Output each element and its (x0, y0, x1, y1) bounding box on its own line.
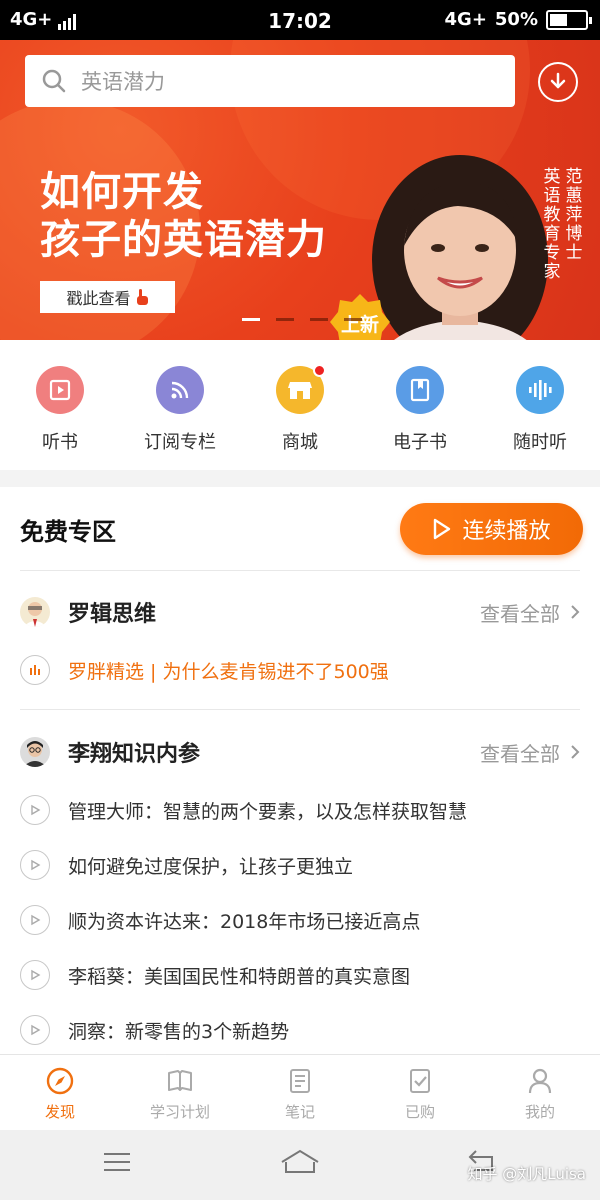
track-item[interactable]: 李稻葵：美国国民性和特朗普的真实意图 (20, 957, 580, 993)
hand-pointer-icon (136, 289, 148, 305)
nav-label: 订阅专栏 (144, 432, 216, 453)
ebook-icon (396, 366, 444, 414)
search-icon (42, 69, 66, 93)
section-title: 免费专区 (20, 518, 116, 546)
section-divider (0, 470, 600, 487)
play-outline-icon (434, 518, 451, 540)
play-circle-icon (20, 960, 50, 990)
track-title: 罗胖精选 | 为什么麦肯锡进不了500强 (68, 660, 389, 683)
search-placeholder: 英语潜力 (81, 70, 165, 94)
chevron-right-icon (571, 745, 580, 759)
download-icon (550, 72, 566, 89)
banner-caption-title: 英语教育专家 (543, 167, 561, 282)
view-all-link[interactable]: 查看全部 (480, 598, 580, 627)
battery-icon (546, 9, 592, 30)
network-type-right: 4G+ (444, 9, 487, 30)
group-header[interactable]: 李翔知识内参 查看全部 (20, 732, 580, 772)
banner-headline: 如何开发 孩子的英语潜力 (40, 168, 327, 264)
banner-cta-button[interactable]: 戳此查看 (40, 281, 175, 313)
open-book-icon (168, 1070, 192, 1091)
nav-listen-books[interactable]: 听书 (0, 340, 120, 470)
battery-percent: 50% (494, 9, 538, 30)
menu-icon[interactable] (102, 1148, 132, 1176)
compass-icon (46, 1067, 74, 1095)
track-title: 顺为资本许达来：2018年市场已接近高点 (68, 910, 421, 933)
tab-label: 发现 (44, 1103, 75, 1121)
carousel-dot[interactable] (344, 318, 362, 321)
group-header[interactable]: 罗辑思维 查看全部 (20, 592, 580, 632)
play-all-label: 连续播放 (462, 519, 551, 544)
play-circle-icon (20, 1015, 50, 1045)
view-all-label: 查看全部 (480, 601, 560, 626)
banner-caption-name: 范蕙萍博士 (565, 167, 583, 263)
avatar (20, 737, 50, 767)
purchased-icon (410, 1069, 430, 1093)
store-icon (276, 364, 326, 414)
nav-ebooks[interactable]: 电子书 (360, 340, 480, 470)
status-bar: 4G+ 17:02 4G+ 50% (0, 0, 600, 40)
track-item[interactable]: 罗胖精选 | 为什么麦肯锡进不了500强 (20, 652, 580, 688)
bottom-tab-bar: 发现 学习计划 笔记 已购 我的 (0, 1054, 600, 1130)
view-all-link[interactable]: 查看全部 (480, 738, 580, 767)
carousel-dot[interactable] (276, 318, 294, 321)
track-title: 如何避免过度保护，让孩子更独立 (68, 855, 354, 878)
divider (20, 570, 580, 571)
chevron-right-icon (571, 605, 580, 619)
banner-headline-line2: 孩子的英语潜力 (40, 217, 327, 263)
tab-label: 我的 (524, 1103, 555, 1121)
nav-store[interactable]: 商城 (240, 340, 360, 470)
nav-label: 随时听 (513, 432, 567, 453)
play-circle-icon (20, 850, 50, 880)
playing-bars-icon (20, 655, 50, 685)
track-title: 管理大师：智慧的两个要素，以及怎样获取智慧 (68, 800, 468, 823)
notes-icon (290, 1069, 310, 1093)
track-item[interactable]: 管理大师：智慧的两个要素，以及怎样获取智慧 (20, 792, 580, 828)
banner-headline-line1: 如何开发 (40, 169, 204, 215)
carousel-indicator (242, 318, 362, 321)
track-title: 李稻葵：美国国民性和特朗普的真实意图 (68, 965, 411, 988)
track-item[interactable]: 如何避免过度保护，让孩子更独立 (20, 847, 580, 883)
tab-label: 已购 (404, 1103, 435, 1121)
divider (20, 709, 580, 710)
nav-label: 电子书 (393, 432, 447, 453)
download-button[interactable] (538, 62, 578, 102)
carousel-dot[interactable] (310, 318, 328, 321)
tab-label: 笔记 (284, 1103, 315, 1121)
audio-wave-icon (516, 366, 564, 414)
tab-purchased[interactable]: 已购 (360, 1055, 480, 1130)
quick-nav: 听书 订阅专栏 商城 电子书 随时听 (0, 340, 600, 470)
new-badge: 上新 (328, 292, 392, 340)
notification-dot (313, 364, 326, 377)
track-title: 洞察：新零售的3个新趋势 (68, 1020, 290, 1043)
nav-label: 商城 (282, 432, 318, 453)
track-item[interactable]: 顺为资本许达来：2018年市场已接近高点 (20, 902, 580, 938)
home-icon[interactable] (280, 1148, 320, 1176)
tab-discover[interactable]: 发现 (0, 1055, 120, 1130)
group-name: 李翔知识内参 (68, 742, 201, 767)
rss-icon (156, 366, 204, 414)
tab-notes[interactable]: 笔记 (240, 1055, 360, 1130)
tab-label: 学习计划 (149, 1103, 210, 1121)
new-badge-label: 上新 (340, 314, 379, 336)
tab-me[interactable]: 我的 (480, 1055, 600, 1130)
tab-study-plan[interactable]: 学习计划 (120, 1055, 240, 1130)
group-name: 罗辑思维 (68, 602, 157, 627)
avatar (20, 597, 50, 627)
carousel-dot[interactable] (242, 318, 260, 321)
track-item[interactable]: 洞察：新零售的3个新趋势 (20, 1012, 580, 1048)
promo-banner[interactable]: 英语潜力 如何开发 孩子的英语潜力 戳此查看 上新 范蕙萍博士 英语教育专家 (0, 40, 600, 340)
nav-listen-anytime[interactable]: 随时听 (480, 340, 600, 470)
search-input[interactable]: 英语潜力 (25, 55, 515, 107)
nav-subscriptions[interactable]: 订阅专栏 (120, 340, 240, 470)
book-play-icon (36, 366, 84, 414)
banner-cta-label: 戳此查看 (66, 289, 131, 308)
play-circle-icon (20, 905, 50, 935)
play-circle-icon (20, 795, 50, 825)
nav-label: 听书 (42, 432, 78, 453)
person-icon (528, 1068, 552, 1094)
play-all-button[interactable]: 连续播放 (400, 503, 583, 555)
view-all-label: 查看全部 (480, 741, 560, 766)
watermark: 知乎 @刘凡Luisa (467, 1165, 586, 1183)
